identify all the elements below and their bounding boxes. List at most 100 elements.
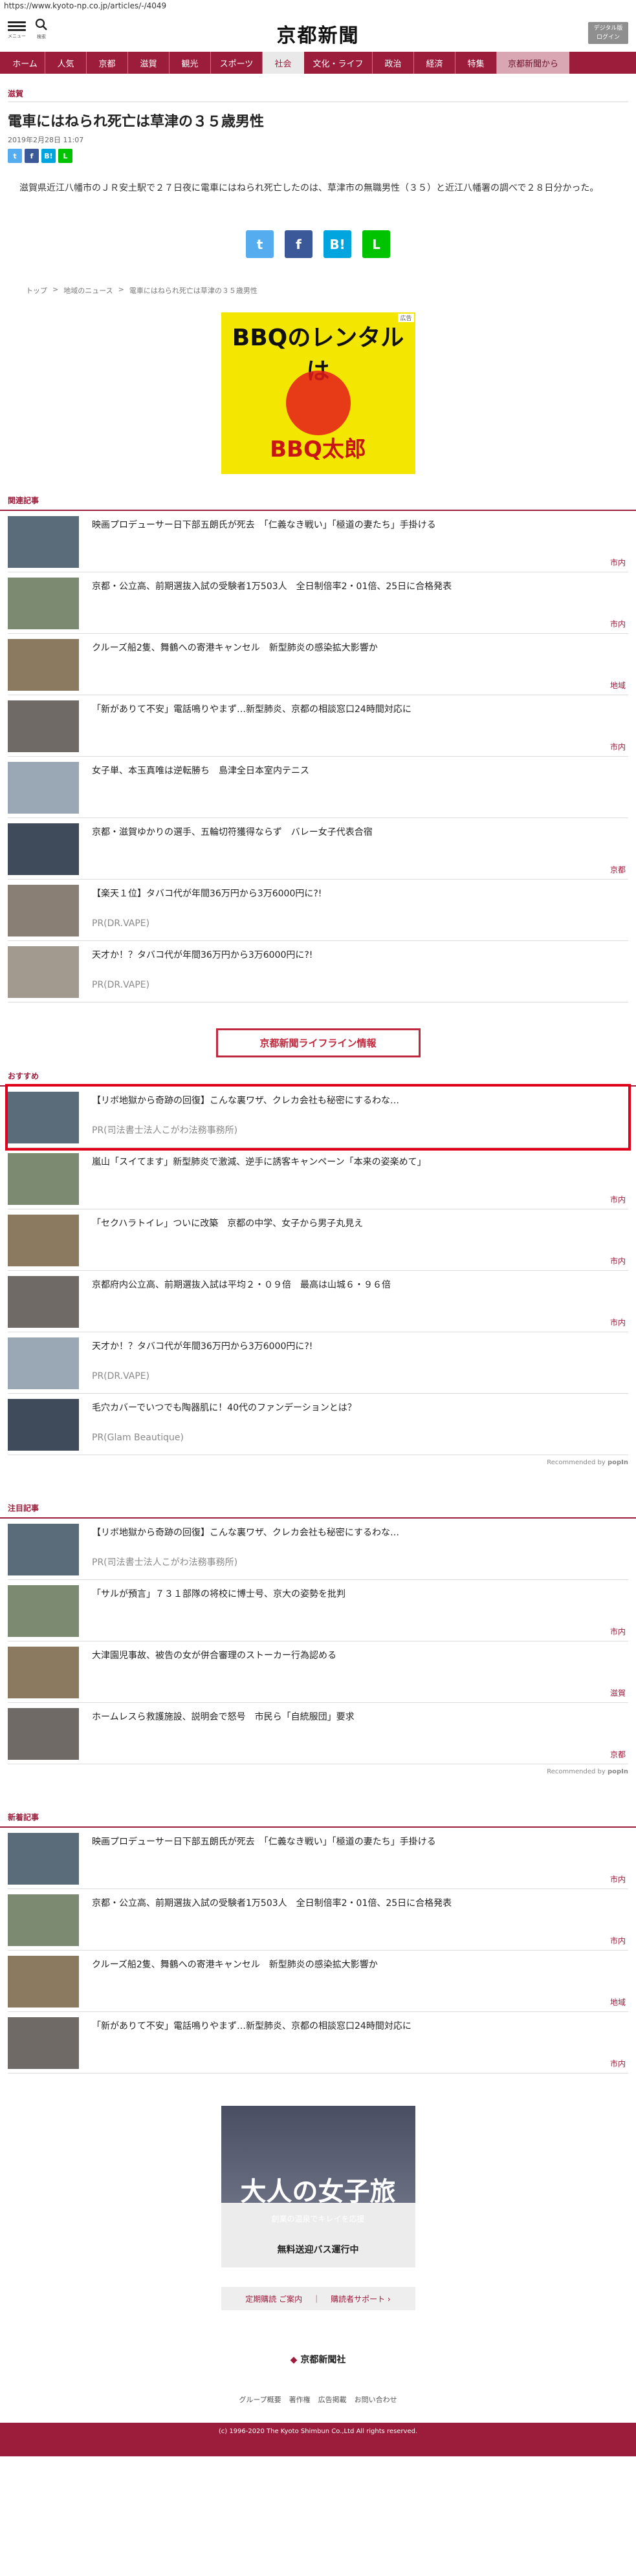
list-item[interactable]: 「新がありて不安」電話鳴りやまず…新型肺炎、京都の相談窓口24時間対応に 市内	[8, 695, 628, 757]
list-item[interactable]: 【リボ地獄から奇跡の回復】こんな裏ワザ、クレカ会社も秘密にするわな… PR(司法書…	[5, 1084, 631, 1151]
list-item-title: 嵐山「スイてます」新型肺炎で激減、逆手に誘客キャンペーン「本来の姿楽めて」	[92, 1157, 426, 1167]
category-label[interactable]: 市内	[610, 1317, 626, 1328]
line-share-icon[interactable]: L	[58, 149, 72, 163]
hatena-share-icon[interactable]: B!	[323, 230, 351, 258]
nav-item-sports[interactable]: スポーツ	[211, 52, 263, 74]
list-item[interactable]: 京都・公立高、前期選抜入試の受験者1万503人 全日制倍率2・01倍、25日に合…	[8, 1889, 628, 1951]
footer-link[interactable]: グループ概要	[239, 2394, 281, 2405]
line-share-icon[interactable]: L	[362, 230, 390, 258]
nav-item-society[interactable]: 社会	[263, 52, 304, 74]
thumbnail-image	[8, 885, 79, 936]
site-logo[interactable]: 京都新聞	[0, 19, 636, 48]
list-item-title: 「新がありて不安」電話鳴りやまず…新型肺炎、京都の相談窓口24時間対応に	[92, 2021, 411, 2031]
footer-logo[interactable]: ◆ 京都新聞社	[0, 2353, 636, 2366]
list-item[interactable]: 「新がありて不安」電話鳴りやまず…新型肺炎、京都の相談窓口24時間対応に市内	[8, 2012, 628, 2073]
breadcrumb-top[interactable]: トップ	[26, 285, 47, 296]
category-label[interactable]: 市内	[610, 1255, 626, 1266]
list-item[interactable]: ホームレスら救護施設、説明会で怒号 市民ら「自統服団」要求京都	[8, 1703, 628, 1764]
list-item[interactable]: クルーズ船2隻、舞鶴への寄港キャンセル 新型肺炎の感染拡大影響か 地域	[8, 634, 628, 695]
attention-credit[interactable]: Recommended by popIn	[0, 1764, 636, 1775]
ad-badge: 広告	[398, 314, 414, 322]
category-label[interactable]: 市内	[610, 1626, 626, 1637]
list-item[interactable]: 【リボ地獄から奇跡の回復】こんな裏ワザ、クレカ会社も秘密にするわな… PR(司法書…	[8, 1519, 628, 1580]
list-item[interactable]: 【楽天１位】タバコ代が年間36万円から3万6000円に?! PR(DR.VAPE)	[8, 880, 628, 941]
category-label[interactable]: 市内	[610, 1874, 626, 1885]
list-item-title: 【リボ地獄から奇跡の回復】こんな裏ワザ、クレカ会社も秘密にするわな…	[92, 1096, 400, 1106]
thumbnail-image	[8, 1337, 79, 1389]
list-item[interactable]: 京都・滋賀ゆかりの選手、五輪切符獲得ならず バレー女子代表合宿京都	[8, 818, 628, 880]
nav-item-tourism[interactable]: 観光	[170, 52, 211, 74]
category-label[interactable]: 京都	[610, 1749, 626, 1760]
category-label[interactable]: 京都	[610, 864, 626, 875]
category-label[interactable]: 市内	[610, 741, 626, 752]
support-link[interactable]: 購読者サポート ›	[331, 2293, 391, 2304]
thumbnail-image	[8, 639, 79, 691]
sponsor-label: PR(司法書士法人こがわ法務事務所)	[92, 1125, 238, 1136]
list-item-title: 【リボ地獄から奇跡の回復】こんな裏ワザ、クレカ会社も秘密にするわな…	[92, 1528, 400, 1538]
list-item[interactable]: 天才か！？タバコ代が年間36万円から3万6000円に?! PR(DR.VAPE)	[8, 1332, 628, 1394]
breadcrumb-local-news[interactable]: 地域のニュース	[63, 285, 113, 296]
list-item[interactable]: 嵐山「スイてます」新型肺炎で激減、逆手に誘客キャンペーン「本来の姿楽めて」市内	[8, 1148, 628, 1209]
list-item[interactable]: 京都府内公立高、前期選抜入試は平均２・０９倍 最高は山城６・９６倍 市内	[8, 1271, 628, 1332]
thumbnail-image	[8, 1956, 79, 2008]
recommend-credit[interactable]: Recommended by popIn	[0, 1455, 636, 1466]
hatena-share-icon[interactable]: B!	[41, 149, 56, 163]
nav-item-economy[interactable]: 経済	[414, 52, 455, 74]
list-item[interactable]: 「サルが預言」７３１部隊の将校に博士号、京大の姿勢を批判 市内	[8, 1580, 628, 1641]
url-bar[interactable]: https://www.kyoto-np.co.jp/articles/-/40…	[0, 0, 636, 14]
subscription-links: 定期購読 ご案内 ｜ 購読者サポート ›	[221, 2287, 415, 2310]
article-title: 電車にはねられ死亡は草津の３５歳男性	[8, 114, 265, 130]
category-label[interactable]: 市内	[610, 1194, 626, 1205]
thumbnail-image	[8, 762, 79, 814]
category-label[interactable]: 市内	[610, 1935, 626, 1946]
category-label[interactable]: 市内	[610, 2058, 626, 2069]
list-item[interactable]: 毛穴カバーでいつでも陶器肌に！40代のファンデーションとは？ PR(Glam Be…	[8, 1394, 628, 1455]
list-item-title: 女子単、本玉真唯は逆転勝ち 島津全日本室内テニス	[92, 766, 309, 776]
category-label[interactable]: 地域	[610, 1997, 626, 2008]
footer-link[interactable]: 著作権	[289, 2394, 311, 2405]
footer-link[interactable]: お問い合わせ	[355, 2394, 397, 2405]
list-item[interactable]: 「セクハラトイレ」ついに改築 京都の中学、女子から男子丸見え 市内	[8, 1209, 628, 1271]
nav-item-features[interactable]: 特集	[455, 52, 497, 74]
list-item[interactable]: 映画プロデューサー日下部五朗氏が死去 「仁義なき戦い」「極道の妻たち」手掛ける市…	[8, 1828, 628, 1889]
category-label[interactable]: 滋賀	[610, 1687, 626, 1698]
sponsor-label: PR(DR.VAPE)	[92, 980, 150, 990]
article-section[interactable]: 滋賀	[0, 74, 636, 102]
facebook-share-icon[interactable]: f	[25, 149, 39, 163]
ad-banner-onsen[interactable]: 大人の女子旅 創業の温泉でキレイを応援 無料送迎バス運行中	[221, 2106, 415, 2268]
list-item[interactable]: 女子単、本玉真唯は逆転勝ち 島津全日本室内テニス	[8, 757, 628, 818]
nav-item-shiga[interactable]: 滋賀	[128, 52, 170, 74]
list-item-title: 京都・滋賀ゆかりの選手、五輪切符獲得ならず バレー女子代表合宿	[92, 827, 373, 838]
nav-item-popular[interactable]: 人気	[45, 52, 87, 74]
lifeline-button[interactable]: 京都新聞ライフライン情報	[215, 1028, 421, 1057]
footer-link[interactable]: 広告掲載	[318, 2394, 347, 2405]
subscribe-link[interactable]: 定期購読 ご案内	[245, 2293, 302, 2304]
list-item[interactable]: クルーズ船2隻、舞鶴への寄港キャンセル 新型肺炎の感染拡大影響か 地域	[8, 1951, 628, 2012]
list-item-title: ホームレスら救護施設、説明会で怒号 市民ら「自統服団」要求	[92, 1712, 355, 1722]
list-item[interactable]: 京都・公立高、前期選抜入試の受験者1万503人 全日制倍率2・01倍、25日に合…	[8, 572, 628, 634]
nav-item-home[interactable]: ホーム	[5, 52, 45, 74]
nav-item-politics[interactable]: 政治	[373, 52, 414, 74]
thumbnail-image	[8, 578, 79, 629]
category-label[interactable]: 地域	[610, 680, 626, 691]
sponsor-label: PR(DR.VAPE)	[92, 918, 150, 929]
twitter-share-icon[interactable]: t	[246, 230, 274, 258]
list-item[interactable]: 映画プロデューサー日下部五朗氏が死去 「仁義なき戦い」「極道の妻たち」手掛ける市…	[8, 511, 628, 572]
facebook-share-icon[interactable]: f	[285, 230, 313, 258]
list-item[interactable]: 天才か！？タバコ代が年間36万円から3万6000円に?! PR(DR.VAPE)	[8, 941, 628, 1002]
thumbnail-image	[8, 1647, 79, 1698]
category-label[interactable]: 市内	[610, 557, 626, 568]
thumbnail-image	[8, 1399, 79, 1451]
twitter-share-icon[interactable]: t	[8, 149, 22, 163]
list-item[interactable]: 大津園児事故、被告の女が併合審理のストーカー行為認める 滋賀	[8, 1641, 628, 1703]
login-button[interactable]: デジタル版 ログイン	[588, 22, 628, 44]
list-item-title: 【楽天１位】タバコ代が年間36万円から3万6000円に?!	[92, 889, 322, 899]
nav-item-from-kyoto-np[interactable]: 京都新聞から	[497, 52, 569, 74]
article-body: 滋賀県近江八幡市のＪＲ安土駅で２７日夜に電車にはねられ死亡したのは、草津市の無職…	[19, 183, 599, 193]
nav-item-culture[interactable]: 文化・ライフ	[304, 52, 373, 74]
ad-banner-bbq[interactable]: 広告 BBQのレンタルは BBQ太郎	[221, 312, 415, 474]
category-label[interactable]: 市内	[610, 618, 626, 629]
nav-item-kyoto[interactable]: 京都	[87, 52, 128, 74]
related-list: 映画プロデューサー日下部五朗氏が死去 「仁義なき戦い」「極道の妻たち」手掛ける市…	[0, 511, 636, 1002]
ad-mascot-image	[285, 371, 351, 435]
